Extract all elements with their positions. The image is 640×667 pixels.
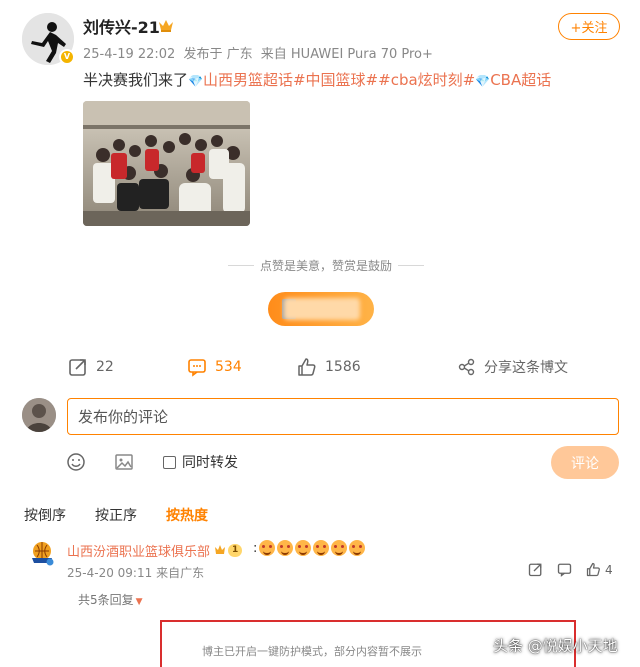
repost-checkbox[interactable]: 同时转发: [163, 452, 238, 472]
thumbs-up-icon: [586, 562, 600, 577]
reward-label-obscured: [284, 298, 360, 320]
share-button[interactable]: 分享这条博文: [458, 352, 568, 382]
share-icon: [458, 358, 475, 376]
repost-button[interactable]: 22: [68, 352, 114, 382]
reward-tagline-text: 点赞是美意，赞赏是鼓励: [260, 258, 393, 273]
post-device: 来自 HUAWEI Pura 70 Pro+: [260, 47, 433, 62]
fan-level-badge: 1: [214, 543, 243, 557]
comment-icon: [557, 563, 572, 577]
post-photo[interactable]: [83, 101, 250, 226]
author-name[interactable]: 刘传兴-21: [83, 14, 160, 38]
comment-count: 534: [215, 359, 242, 375]
comment-button[interactable]: 534: [187, 352, 242, 382]
comment-body-emojis: [259, 540, 365, 556]
topic-link[interactable]: #cba炫时刻#: [378, 71, 475, 89]
reward-button[interactable]: [268, 292, 374, 326]
comment-icon: [188, 359, 206, 377]
post-body: 半决赛我们来了: [83, 71, 189, 89]
verified-badge-icon: V: [61, 51, 73, 63]
replies-label: 共5条回复: [78, 593, 134, 607]
emoji-icon: [295, 540, 311, 556]
fan-level: 1: [228, 543, 243, 557]
comment-source: 来自广东: [156, 566, 205, 580]
like-count: 1586: [325, 359, 361, 375]
post-meta: 25-4-19 22:02 发布于 广东 来自 HUAWEI Pura 70 P…: [83, 43, 437, 62]
sort-tab-reverse[interactable]: 按倒序: [24, 505, 66, 525]
crown-icon: [215, 545, 225, 554]
sort-tab-chronological[interactable]: 按正序: [95, 505, 137, 525]
repost-icon: [69, 359, 86, 376]
protection-notice: 博主已开启一键防护模式，部分内容暂不展示: [202, 645, 422, 658]
current-user-avatar: [22, 398, 56, 432]
comment-author[interactable]: 山西汾酒职业篮球俱乐部: [67, 541, 210, 560]
view-replies-link[interactable]: 共5条回复 ▼: [78, 591, 143, 608]
comment-like-button[interactable]: 4: [586, 562, 613, 577]
topic-link[interactable]: 山西男篮超话: [203, 71, 293, 89]
crown-icon: [159, 20, 173, 32]
comment-separator: :: [253, 541, 258, 556]
supertopic-icon: 💎: [475, 74, 491, 88]
share-label: 分享这条博文: [484, 360, 568, 376]
comment-like-count: 4: [605, 562, 613, 577]
repost-checkbox-label: 同时转发: [182, 455, 238, 471]
post-action-bar: 22 534 1586 分享这条博文: [0, 352, 640, 382]
topic-link[interactable]: #中国篮球#: [293, 71, 378, 89]
repost-icon: [528, 563, 542, 577]
reward-tagline: 点赞是美意，赞赏是鼓励: [228, 257, 425, 273]
watermark: 头条 @悦娱小天地: [493, 637, 618, 655]
divider: [228, 264, 254, 266]
image-icon[interactable]: [114, 452, 134, 472]
emoji-icon[interactable]: [66, 452, 86, 472]
emoji-icon: [313, 540, 329, 556]
comment-meta: 25-4-20 09:11 来自广东: [67, 564, 204, 581]
comment-input[interactable]: [67, 398, 619, 435]
emoji-icon: [331, 540, 347, 556]
thumbs-up-icon: [298, 358, 316, 376]
checkbox-box[interactable]: [163, 455, 176, 469]
emoji-icon: [259, 540, 275, 556]
divider: [398, 264, 425, 266]
comment-actions: 4: [528, 562, 613, 577]
club-logo-avatar[interactable]: [30, 540, 54, 566]
repost-count: 22: [96, 359, 114, 375]
topic-link[interactable]: CBA超话: [490, 71, 551, 89]
caret-down-icon: ▼: [135, 597, 143, 607]
like-button[interactable]: 1586: [297, 352, 361, 382]
submit-comment-button[interactable]: 评论: [551, 446, 619, 479]
comment-reply-button[interactable]: [557, 562, 572, 577]
supertopic-icon: 💎: [188, 74, 203, 88]
post-location: 发布于 广东: [183, 47, 253, 62]
post-text: 半决赛我们来了💎山西男篮超话#中国篮球##cba炫时刻#💎CBA超话: [83, 69, 551, 90]
verified-badge: V: [59, 49, 75, 65]
post-timestamp: 25-4-19 22:02: [83, 47, 176, 62]
emoji-icon: [277, 540, 293, 556]
sort-tab-hot[interactable]: 按热度: [166, 505, 208, 525]
follow-button[interactable]: +关注: [558, 13, 620, 40]
emoji-icon: [349, 540, 365, 556]
comment-repost-button[interactable]: [528, 562, 543, 577]
comment-timestamp: 25-4-20 09:11: [67, 566, 153, 580]
